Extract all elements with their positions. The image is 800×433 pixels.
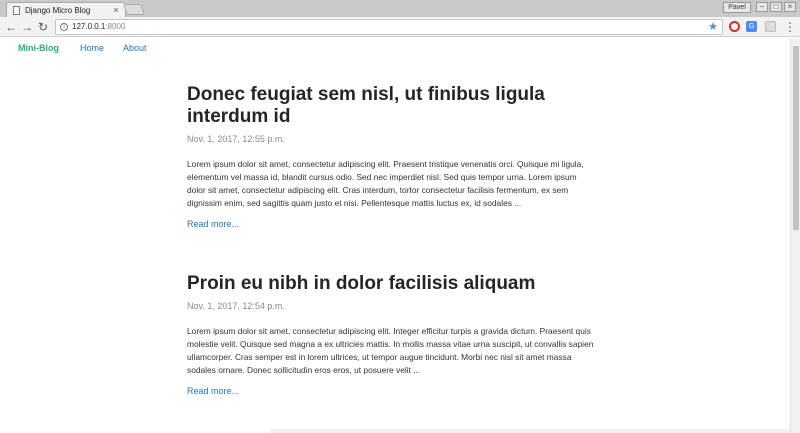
post-card: Donec feugiat sem nisl, ut finibus ligul…	[187, 84, 597, 232]
vertical-scrollbar[interactable]	[790, 38, 800, 433]
read-more-link[interactable]: Read more...	[187, 386, 239, 396]
nav-link-about[interactable]: About	[123, 43, 147, 53]
back-button[interactable]: ←	[4, 19, 18, 35]
horizontal-scrollbar[interactable]	[270, 429, 790, 433]
page-icon	[13, 5, 20, 15]
reload-button[interactable]: ↻	[36, 19, 50, 35]
new-tab-button[interactable]	[122, 4, 146, 15]
post-title: Proin eu nibh in dolor facilisis aliquam	[187, 273, 536, 294]
tab-title: Django Micro Blog	[25, 5, 91, 15]
translate-extension-icon[interactable]: G	[746, 21, 757, 32]
profile-button[interactable]: Pavel	[723, 2, 751, 13]
extension-icon[interactable]	[765, 21, 776, 32]
post-date: Nov. 1, 2017, 12:55 p.m.	[187, 134, 285, 144]
tab-strip: Django Micro Blog × Pavel − □ ×	[0, 0, 800, 17]
post-card: Proin eu nibh in dolor facilisis aliquam…	[187, 273, 597, 399]
post-date: Nov. 1, 2017, 12:54 p.m.	[187, 301, 285, 311]
page-viewport: Mini-Blog Home About Donec feugiat sem n…	[0, 38, 790, 433]
minimize-button[interactable]: −	[756, 2, 768, 12]
post-excerpt: Lorem ipsum dolor sit amet, consectetur …	[187, 326, 594, 375]
read-more-link[interactable]: Read more...	[187, 219, 239, 229]
site-brand-link[interactable]: Mini-Blog	[18, 43, 59, 53]
browser-toolbar: ← → ↻ i 127.0.0.1:8000 ★ G ⋮	[0, 17, 800, 37]
info-icon[interactable]: i	[60, 23, 68, 31]
post-title: Donec feugiat sem nisl, ut finibus ligul…	[187, 84, 545, 127]
bookmark-star-icon[interactable]: ★	[708, 20, 718, 34]
close-tab-icon[interactable]: ×	[111, 5, 121, 15]
browser-menu-icon[interactable]: ⋮	[784, 19, 796, 35]
post-excerpt: Lorem ipsum dolor sit amet, consectetur …	[187, 159, 584, 208]
close-window-button[interactable]: ×	[784, 2, 796, 12]
opera-extension-icon[interactable]	[729, 21, 740, 32]
site-navbar: Mini-Blog Home About	[0, 38, 790, 60]
scrollbar-thumb[interactable]	[793, 46, 799, 230]
address-bar[interactable]: i 127.0.0.1:8000 ★	[55, 19, 723, 35]
nav-link-home[interactable]: Home	[80, 43, 104, 53]
forward-button[interactable]: →	[20, 19, 34, 35]
maximize-button[interactable]: □	[770, 2, 782, 12]
url-text: 127.0.0.1:8000	[72, 22, 126, 31]
browser-tab[interactable]: Django Micro Blog ×	[6, 2, 126, 17]
